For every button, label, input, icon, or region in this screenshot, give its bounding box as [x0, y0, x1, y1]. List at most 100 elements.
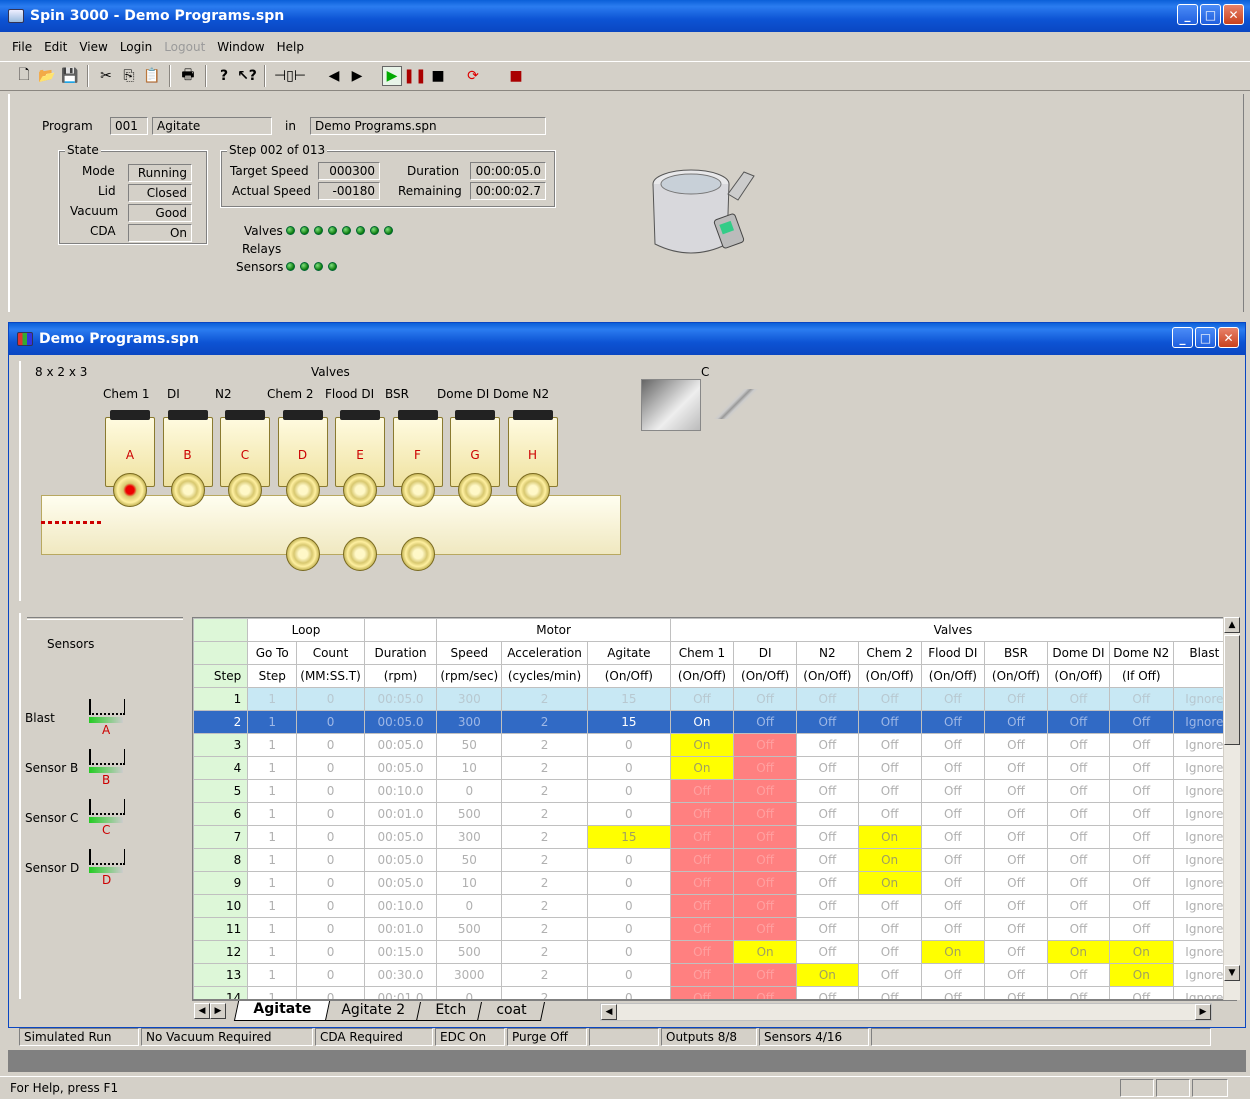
- grid-cell[interactable]: Dome N2: [1108, 641, 1174, 665]
- grid-cell[interactable]: Off: [733, 848, 798, 872]
- grid-cell[interactable]: Off: [857, 986, 922, 999]
- grid-cell[interactable]: Off: [920, 986, 985, 999]
- grid-cell[interactable]: On: [733, 940, 798, 964]
- grid-cell[interactable]: Off: [1047, 963, 1110, 987]
- grid-cell[interactable]: Chem 2: [857, 641, 922, 665]
- grid-cell[interactable]: 00:10.0: [363, 894, 438, 918]
- grid-cell[interactable]: 2: [501, 802, 588, 826]
- grid-cell[interactable]: Off: [733, 733, 798, 757]
- grid-cell[interactable]: Off: [920, 963, 985, 987]
- grid-cell[interactable]: Off: [983, 917, 1049, 941]
- grid-cell[interactable]: 0: [586, 848, 671, 872]
- grid-cell[interactable]: 0: [586, 894, 671, 918]
- grid-cell[interactable]: Off: [1047, 871, 1110, 895]
- grid-cell[interactable]: 15: [586, 687, 671, 711]
- grid-cell[interactable]: 11: [193, 917, 249, 941]
- pause-icon[interactable]: ❚❚: [403, 66, 426, 86]
- table-row[interactable]: 3 1 0 00:05.0 50 2 0 On Off Off Off Off Off Off Off Ign…: [193, 733, 1236, 757]
- grid-cell[interactable]: Flood DI: [920, 641, 985, 665]
- grid-cell[interactable]: 500: [436, 917, 503, 941]
- grid-cell[interactable]: 00:05.0: [363, 848, 438, 872]
- grid-cell[interactable]: 0: [586, 917, 671, 941]
- grid-cell[interactable]: BSR: [983, 641, 1049, 665]
- table-row[interactable]: 4 1 0 00:05.0 10 2 0 On Off Off Off Off Off Off Off Ign…: [193, 756, 1236, 780]
- menu-login[interactable]: Login: [114, 40, 158, 54]
- open-icon[interactable]: 📂: [37, 66, 57, 86]
- grid-cell[interactable]: Off: [796, 825, 859, 849]
- table-row[interactable]: 5 1 0 00:10.0 0 2 0 Off Off Off Off Off Off Off Off Ign…: [193, 779, 1236, 803]
- grid-cell[interactable]: Off: [733, 825, 798, 849]
- grid-cell[interactable]: 00:01.0: [363, 986, 438, 999]
- grid-cell[interactable]: (On/Off): [669, 664, 735, 688]
- grid-cell[interactable]: Off: [983, 963, 1049, 987]
- grid-cell[interactable]: 0: [436, 894, 503, 918]
- table-row[interactable]: 13 1 0 00:30.0 3000 2 0 Off Off On Off Off Off Off On I…: [193, 963, 1236, 987]
- scroll-down-button[interactable]: ▼: [1224, 965, 1240, 981]
- grid-cell[interactable]: On: [857, 871, 922, 895]
- grid-cell[interactable]: Off: [669, 687, 735, 711]
- grid-cell[interactable]: 9: [193, 871, 249, 895]
- grid-cell[interactable]: 00:05.0: [363, 871, 438, 895]
- help-icon[interactable]: ?: [214, 66, 234, 86]
- grid-cell[interactable]: 0: [296, 963, 365, 987]
- grid-cell[interactable]: 0: [296, 733, 365, 757]
- grid-cell[interactable]: Off: [920, 871, 985, 895]
- grid-cell[interactable]: Motor: [436, 618, 671, 642]
- grid-cell[interactable]: 0: [296, 825, 365, 849]
- grid-cell[interactable]: Off: [733, 917, 798, 941]
- grid-cell[interactable]: Off: [796, 871, 859, 895]
- save-icon[interactable]: 💾: [60, 66, 80, 86]
- grid-cell[interactable]: 0: [296, 802, 365, 826]
- grid-cell[interactable]: 1: [247, 825, 298, 849]
- grid-cell[interactable]: Count: [296, 641, 365, 665]
- grid-cell[interactable]: 2: [501, 963, 588, 987]
- grid-cell[interactable]: Off: [1108, 986, 1174, 999]
- grid-cell[interactable]: Off: [1108, 802, 1174, 826]
- grid-cell[interactable]: 00:05.0: [363, 733, 438, 757]
- menu-file[interactable]: File: [6, 40, 38, 54]
- grid-cell[interactable]: 13: [193, 963, 249, 987]
- scroll-left-button[interactable]: ◀: [601, 1004, 617, 1020]
- grid-cell[interactable]: 1: [247, 733, 298, 757]
- grid-cell[interactable]: Off: [920, 733, 985, 757]
- grid-cell[interactable]: (On/Off): [586, 664, 671, 688]
- refresh-icon[interactable]: ⟳: [463, 66, 483, 86]
- prev-icon[interactable]: ◀: [324, 66, 344, 86]
- grid-cell[interactable]: 1: [247, 894, 298, 918]
- tab-etch[interactable]: Etch: [415, 1002, 485, 1021]
- grid-cell[interactable]: Off: [796, 710, 859, 734]
- grid-cell[interactable]: Off: [920, 687, 985, 711]
- grid-cell[interactable]: 0: [296, 894, 365, 918]
- grid-cell[interactable]: Off: [796, 940, 859, 964]
- table-row[interactable]: 6 1 0 00:01.0 500 2 0 Off Off Off Off Off Off Off Off I…: [193, 802, 1236, 826]
- grid-cell[interactable]: Acceleration: [501, 641, 588, 665]
- grid-cell[interactable]: 300: [436, 710, 503, 734]
- grid-cell[interactable]: 2: [501, 940, 588, 964]
- grid-cell[interactable]: Off: [920, 825, 985, 849]
- grid-cell[interactable]: 0: [436, 779, 503, 803]
- grid-cell[interactable]: 00:05.0: [363, 756, 438, 780]
- grid-cell[interactable]: Off: [857, 963, 922, 987]
- grid-cell[interactable]: 500: [436, 802, 503, 826]
- grid-cell[interactable]: Off: [983, 756, 1049, 780]
- grid-cell[interactable]: Off: [1047, 779, 1110, 803]
- grid-cell[interactable]: 0: [296, 756, 365, 780]
- grid-cell[interactable]: Off: [669, 871, 735, 895]
- table-row[interactable]: 7 1 0 00:05.0 300 2 15 Off Off Off On Off Off Off Off I…: [193, 825, 1236, 849]
- grid-cell[interactable]: Off: [669, 963, 735, 987]
- maximize-button[interactable]: □: [1200, 4, 1221, 25]
- grid-cell[interactable]: Off: [1047, 986, 1110, 999]
- tab-coat[interactable]: coat: [476, 1002, 546, 1021]
- grid-cell[interactable]: Off: [669, 779, 735, 803]
- grid-cell[interactable]: Off: [669, 825, 735, 849]
- grid-cell[interactable]: 1: [247, 710, 298, 734]
- grid-cell[interactable]: 2: [501, 779, 588, 803]
- doc-close-button[interactable]: ✕: [1218, 327, 1239, 348]
- table-row[interactable]: 12 1 0 00:15.0 500 2 0 Off On Off Off On Off On On Igno…: [193, 940, 1236, 964]
- grid-cell[interactable]: 300: [436, 825, 503, 849]
- grid-cell[interactable]: 12: [193, 940, 249, 964]
- grid-cell[interactable]: Off: [1108, 917, 1174, 941]
- grid-cell[interactable]: (On/Off): [857, 664, 922, 688]
- menu-view[interactable]: View: [73, 40, 113, 54]
- grid-cell[interactable]: Off: [733, 710, 798, 734]
